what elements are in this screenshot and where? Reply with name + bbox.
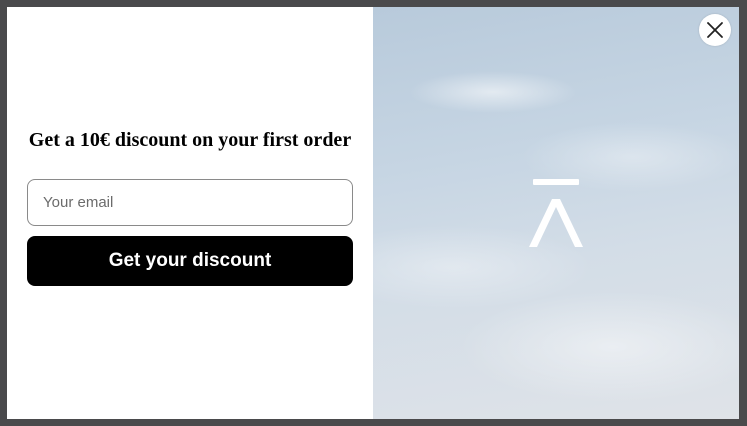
popup-headline: Get a 10€ discount on your first order <box>28 129 352 151</box>
sky-image-panel <box>373 7 739 419</box>
brand-logo-icon <box>529 179 583 247</box>
email-input[interactable] <box>27 179 353 226</box>
signup-panel: Get a 10€ discount on your first order G… <box>7 7 373 419</box>
close-icon <box>707 22 723 38</box>
discount-popup: Get a 10€ discount on your first order G… <box>7 7 739 419</box>
close-button[interactable] <box>699 14 731 46</box>
get-discount-button[interactable]: Get your discount <box>27 236 353 286</box>
